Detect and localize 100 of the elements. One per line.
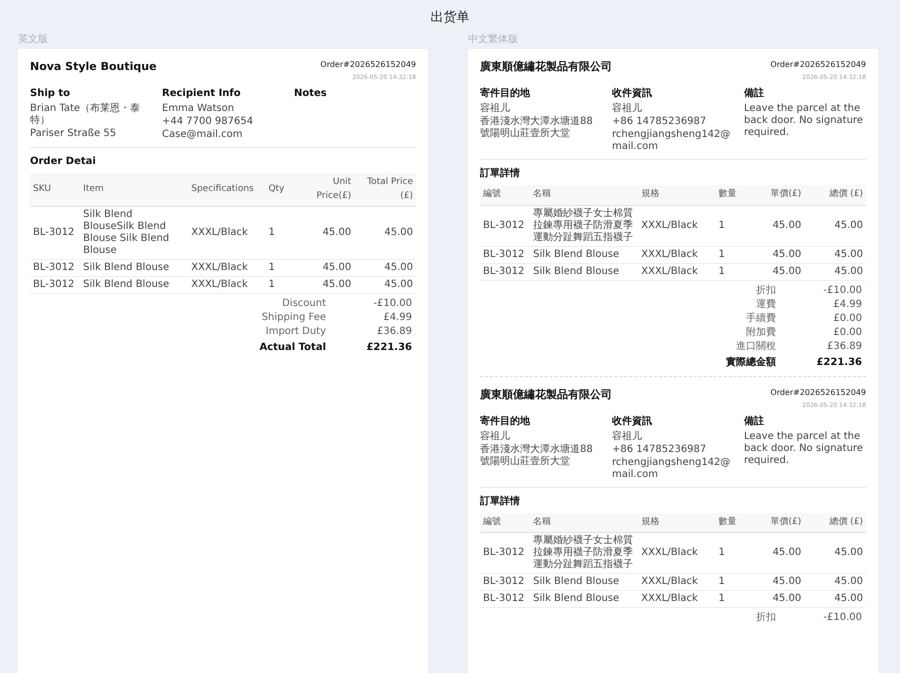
panel-label: 中文繁体版 <box>468 32 519 46</box>
table-cell: 1 <box>715 263 742 280</box>
section-heading: Notes <box>294 87 328 101</box>
table-cell: 1 <box>715 590 742 608</box>
column-header: Qty <box>265 173 292 206</box>
summary-label: Import Duty <box>264 325 326 339</box>
table-cell: BL-3012 <box>30 206 80 260</box>
column-header: 單價(£) <box>742 512 804 532</box>
table-cell: Silk Blend Blouse <box>80 260 188 276</box>
table-cell: 45.00 <box>742 574 804 590</box>
table-cell: 45.00 <box>354 206 416 260</box>
section-heading: Recipient Info <box>162 87 242 101</box>
table-cell: BL-3012 <box>30 276 80 294</box>
column-header: Item <box>80 173 188 206</box>
info-text: 容祖儿 <box>612 103 643 115</box>
summary-value: £221.36 <box>815 356 863 370</box>
table-cell: 1 <box>715 205 742 246</box>
summary-value: £4.99 <box>382 311 413 325</box>
column-header: 總價 (£) <box>804 185 866 205</box>
info-text: Leave the parcel at the back door. No signature required. <box>744 430 864 466</box>
summary-label: 實際總金額 <box>725 356 776 370</box>
info-text: 容祖儿 <box>480 103 511 115</box>
table-cell: XXXL/Black <box>638 574 716 590</box>
summary-label: 附加費 <box>745 326 776 340</box>
summary-label: 進口關稅 <box>735 340 776 354</box>
table-cell: BL-3012 <box>480 263 530 280</box>
info-text: Emma Watson <box>162 103 236 115</box>
table-cell: 1 <box>265 260 292 276</box>
section-heading: 訂單詳情 <box>480 166 521 181</box>
summary-label: 手續費 <box>745 312 776 326</box>
summary-label: Shipping Fee <box>260 311 326 325</box>
summary-label: 折扣 <box>755 284 776 298</box>
table-cell: XXXL/Black <box>188 206 266 260</box>
section-heading: 收件資訊 <box>612 86 653 101</box>
info-text: 容祖儿 <box>612 430 643 442</box>
table-cell: 45.00 <box>354 260 416 276</box>
summary-label: Discount <box>281 297 326 311</box>
company-name: Nova Style Boutique <box>30 59 157 75</box>
company-name: 廣東順億繡花製品有限公司 <box>480 386 612 402</box>
column-header: 數量 <box>715 185 742 205</box>
info-text: +86 14785236987 <box>612 116 708 128</box>
info-text: 香港淺水灣大潭水塘道88號陽明山莊壹所大堂 <box>480 444 594 468</box>
order-number: Order#2026526152049 <box>770 386 866 398</box>
table-cell: XXXL/Black <box>638 590 716 608</box>
summary-label: Actual Total <box>258 341 326 355</box>
table-cell: 45.00 <box>804 574 866 590</box>
table-cell: Silk Blend Blouse <box>530 246 638 263</box>
section-heading: 收件資訊 <box>612 414 653 428</box>
table-cell: Silk Blend Blouse <box>530 574 638 590</box>
table-cell: Silk Blend Blouse <box>530 263 638 280</box>
info-text: rchengjiangsheng142@mail.com <box>612 456 732 480</box>
summary-label: 折扣 <box>755 611 776 625</box>
table-cell: 45.00 <box>804 246 866 263</box>
table-cell: 1 <box>715 246 742 263</box>
column-header: 規格 <box>638 185 716 205</box>
info-text: Case@mail.com <box>162 129 244 141</box>
table-cell: BL-3012 <box>480 205 530 246</box>
table-cell: 45.00 <box>292 206 354 260</box>
column-header: 名稱 <box>530 185 638 205</box>
section-heading: 寄件目的地 <box>480 86 531 101</box>
company-name: 廣東順億繡花製品有限公司 <box>480 59 612 75</box>
info-text: 容祖儿 <box>480 430 511 442</box>
info-text: Brian Tate（布莱恩・泰特） <box>30 103 142 127</box>
info-text: Pariser Straße 55 <box>30 128 118 140</box>
section-heading: 寄件目的地 <box>480 414 531 428</box>
summary-value: £36.89 <box>826 340 863 354</box>
section-heading: 訂單詳情 <box>480 494 521 508</box>
column-header: 總價 (£) <box>804 512 866 532</box>
table-cell: BL-3012 <box>480 246 530 263</box>
table-cell: Silk Blend BlouseSilk Blend Blouse Silk Blend Blouse <box>80 206 188 260</box>
table-cell: XXXL/Black <box>638 246 716 263</box>
table-cell: BL-3012 <box>480 574 530 590</box>
table-cell: 1 <box>265 276 292 294</box>
order-number: Order#2026526152049 <box>320 59 416 71</box>
summary-value: £36.89 <box>376 325 413 339</box>
summary-label: 運費 <box>755 298 776 312</box>
table-cell: 45.00 <box>804 532 866 574</box>
table-cell: XXXL/Black <box>638 205 716 246</box>
column-header: 編號 <box>480 185 530 205</box>
column-header: Unit Price(£) <box>292 173 354 206</box>
column-header: SKU <box>30 173 80 206</box>
info-text: +44 7700 987654 <box>162 116 254 128</box>
table-cell: BL-3012 <box>30 260 80 276</box>
table-cell: 45.00 <box>292 276 354 294</box>
section-heading: 備註 <box>744 414 765 428</box>
section-heading: 備註 <box>744 86 765 101</box>
table-cell: 45.00 <box>292 260 354 276</box>
section-heading: Ship to <box>30 87 72 101</box>
info-text: Leave the parcel at the back door. No signature required. <box>744 103 864 139</box>
table-cell: 1 <box>265 206 292 260</box>
page-title: 出货单 <box>430 9 470 27</box>
table-cell: XXXL/Black <box>188 260 266 276</box>
order-number: Order#2026526152049 <box>770 59 866 71</box>
table-cell: BL-3012 <box>480 590 530 608</box>
table-cell: 1 <box>715 574 742 590</box>
table-cell: 45.00 <box>742 590 804 608</box>
table-cell: XXXL/Black <box>638 263 716 280</box>
summary-value: -£10.00 <box>822 284 863 298</box>
summary-value: £0.00 <box>832 326 863 340</box>
column-header: 編號 <box>480 512 530 532</box>
